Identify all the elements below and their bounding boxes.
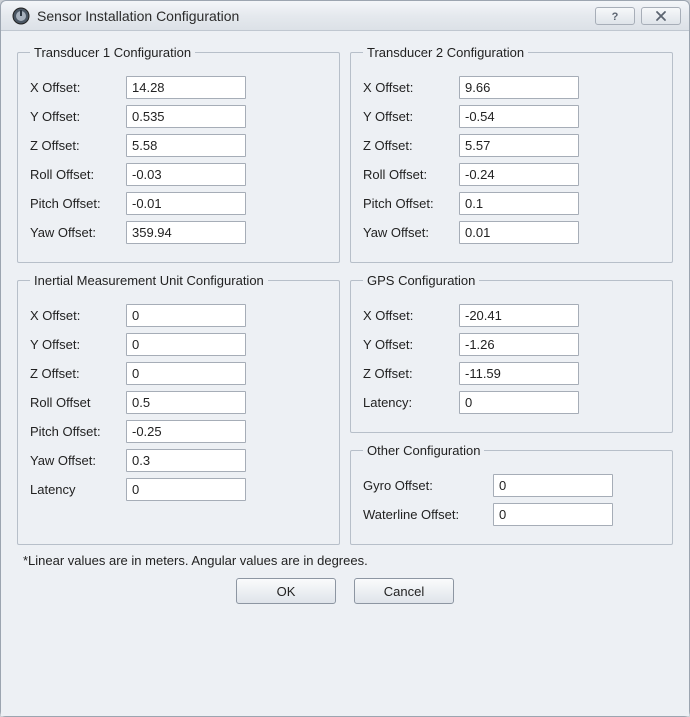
transducer2-legend: Transducer 2 Configuration: [363, 45, 528, 60]
imu-roll-label: Roll Offset: [30, 395, 126, 410]
t2-x-label: X Offset:: [363, 80, 459, 95]
ok-button[interactable]: OK: [236, 578, 336, 604]
imu-roll-input[interactable]: [126, 391, 246, 414]
t1-y-label: Y Offset:: [30, 109, 126, 124]
window-buttons: ?: [595, 7, 681, 25]
transducer2-group: Transducer 2 Configuration X Offset: Y O…: [350, 45, 673, 263]
imu-latency-input[interactable]: [126, 478, 246, 501]
units-note: *Linear values are in meters. Angular va…: [23, 553, 667, 568]
gyro-label: Gyro Offset:: [363, 478, 493, 493]
t2-y-label: Y Offset:: [363, 109, 459, 124]
t1-z-label: Z Offset:: [30, 138, 126, 153]
t2-roll-input[interactable]: [459, 163, 579, 186]
t1-roll-input[interactable]: [126, 163, 246, 186]
transducer1-legend: Transducer 1 Configuration: [30, 45, 195, 60]
imu-y-input[interactable]: [126, 333, 246, 356]
gps-z-label: Z Offset:: [363, 366, 459, 381]
t2-x-input[interactable]: [459, 76, 579, 99]
gps-y-input[interactable]: [459, 333, 579, 356]
t1-yaw-input[interactable]: [126, 221, 246, 244]
gps-z-input[interactable]: [459, 362, 579, 385]
app-icon: [11, 6, 31, 26]
imu-group: Inertial Measurement Unit Configuration …: [17, 273, 340, 545]
config-grid: Transducer 1 Configuration X Offset: Y O…: [17, 45, 673, 545]
t1-z-input[interactable]: [126, 134, 246, 157]
cancel-button[interactable]: Cancel: [354, 578, 454, 604]
t1-x-label: X Offset:: [30, 80, 126, 95]
t1-pitch-label: Pitch Offset:: [30, 196, 126, 211]
imu-x-input[interactable]: [126, 304, 246, 327]
t2-yaw-input[interactable]: [459, 221, 579, 244]
t2-yaw-label: Yaw Offset:: [363, 225, 459, 240]
gps-group: GPS Configuration X Offset: Y Offset: Z …: [350, 273, 673, 433]
gps-y-label: Y Offset:: [363, 337, 459, 352]
other-group: Other Configuration Gyro Offset: Waterli…: [350, 443, 673, 545]
other-legend: Other Configuration: [363, 443, 484, 458]
t1-x-input[interactable]: [126, 76, 246, 99]
t2-z-label: Z Offset:: [363, 138, 459, 153]
imu-yaw-label: Yaw Offset:: [30, 453, 126, 468]
gps-latency-input[interactable]: [459, 391, 579, 414]
imu-pitch-label: Pitch Offset:: [30, 424, 126, 439]
button-row: OK Cancel: [23, 578, 667, 604]
gps-x-label: X Offset:: [363, 308, 459, 323]
imu-latency-label: Latency: [30, 482, 126, 497]
titlebar: Sensor Installation Configuration ?: [1, 1, 689, 31]
close-button[interactable]: [641, 7, 681, 25]
imu-legend: Inertial Measurement Unit Configuration: [30, 273, 268, 288]
t2-pitch-label: Pitch Offset:: [363, 196, 459, 211]
right-column: GPS Configuration X Offset: Y Offset: Z …: [350, 273, 673, 545]
help-button[interactable]: ?: [595, 7, 635, 25]
t1-yaw-label: Yaw Offset:: [30, 225, 126, 240]
gps-x-input[interactable]: [459, 304, 579, 327]
t1-y-input[interactable]: [126, 105, 246, 128]
gps-latency-label: Latency:: [363, 395, 459, 410]
dialog-window: Sensor Installation Configuration ? Tran…: [0, 0, 690, 717]
waterline-input[interactable]: [493, 503, 613, 526]
imu-y-label: Y Offset:: [30, 337, 126, 352]
t1-pitch-input[interactable]: [126, 192, 246, 215]
t2-y-input[interactable]: [459, 105, 579, 128]
imu-pitch-input[interactable]: [126, 420, 246, 443]
footer: *Linear values are in meters. Angular va…: [17, 545, 673, 616]
gps-legend: GPS Configuration: [363, 273, 479, 288]
gyro-input[interactable]: [493, 474, 613, 497]
window-title: Sensor Installation Configuration: [37, 8, 595, 24]
t2-z-input[interactable]: [459, 134, 579, 157]
imu-z-label: Z Offset:: [30, 366, 126, 381]
imu-x-label: X Offset:: [30, 308, 126, 323]
t2-pitch-input[interactable]: [459, 192, 579, 215]
imu-z-input[interactable]: [126, 362, 246, 385]
t1-roll-label: Roll Offset:: [30, 167, 126, 182]
dialog-content: Transducer 1 Configuration X Offset: Y O…: [1, 31, 689, 716]
svg-text:?: ?: [612, 11, 619, 22]
waterline-label: Waterline Offset:: [363, 507, 493, 522]
transducer1-group: Transducer 1 Configuration X Offset: Y O…: [17, 45, 340, 263]
imu-yaw-input[interactable]: [126, 449, 246, 472]
t2-roll-label: Roll Offset:: [363, 167, 459, 182]
